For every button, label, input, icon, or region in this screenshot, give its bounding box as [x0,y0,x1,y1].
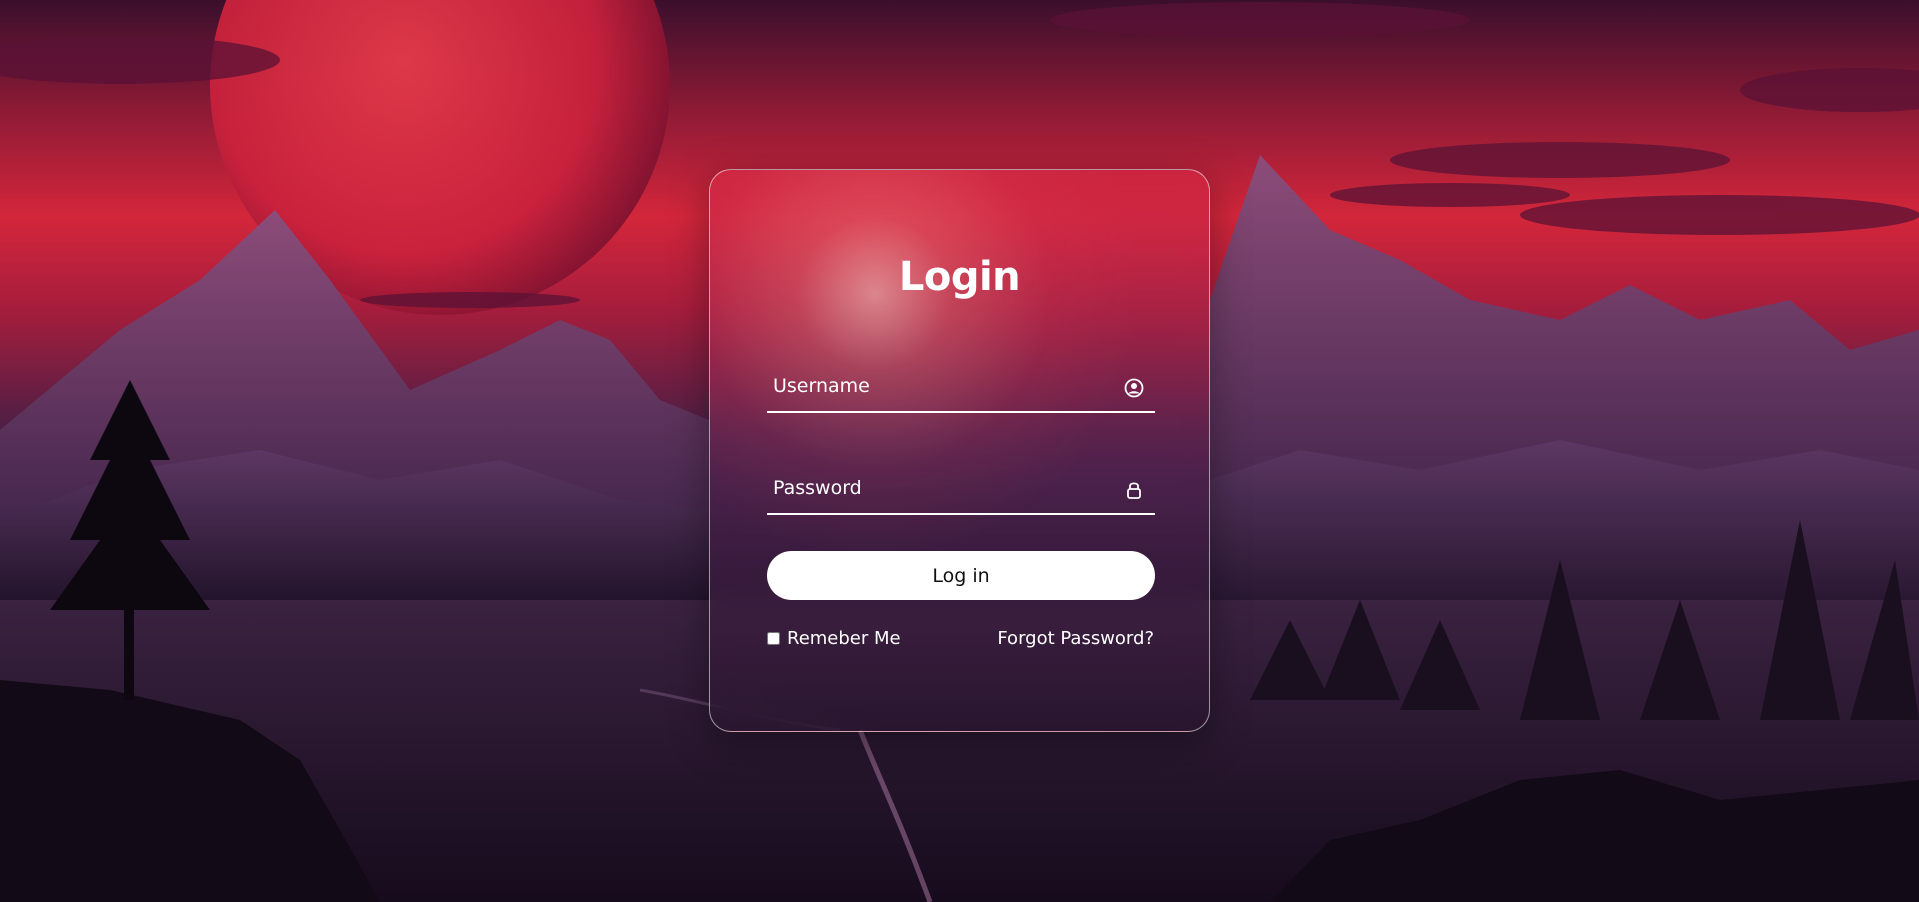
remember-me-checkbox[interactable] [767,632,780,645]
password-input[interactable] [767,465,1107,511]
password-field-wrapper [767,465,1155,515]
username-input[interactable] [767,363,1107,409]
username-field-wrapper [767,363,1155,413]
login-title: Login [898,254,1021,300]
login-card: Login Log in Remeber Me Forgot Password? [709,169,1210,732]
forgot-password-link[interactable]: Forgot Password? [997,628,1154,649]
login-button[interactable]: Log in [767,551,1155,600]
user-circle-icon [1123,377,1145,399]
lock-icon [1123,479,1145,501]
remember-me-label: Remeber Me [787,628,901,649]
remember-me[interactable]: Remeber Me [767,628,901,649]
